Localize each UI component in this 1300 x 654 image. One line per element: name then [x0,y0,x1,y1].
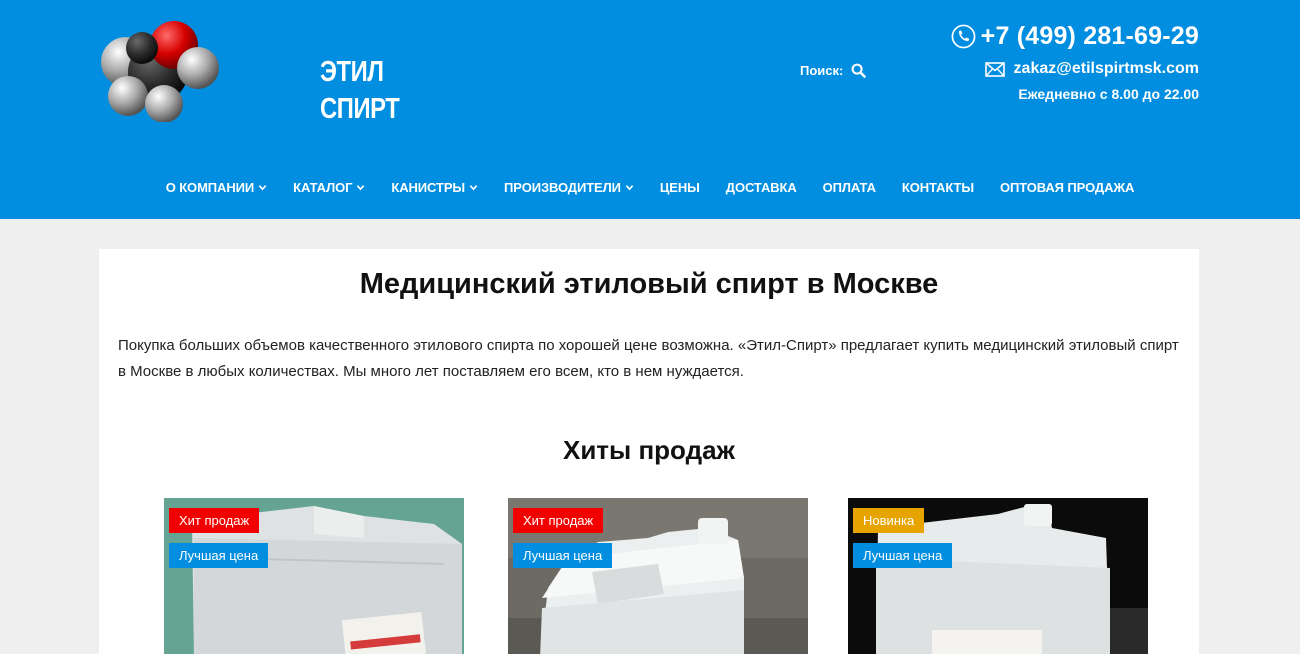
nav-item-delivery[interactable]: ДОСТАВКА [713,179,810,196]
phone-icon [951,24,976,49]
badge-best-price: Лучшая цена [853,543,953,568]
phone-link[interactable]: +7 (499) 281-69-29 [951,22,1199,51]
nav-label: ЦЕНЫ [659,180,700,195]
chevron-down-icon [625,185,634,191]
nav-label: ПРОИЗВОДИТЕЛИ [504,180,621,195]
search-icon[interactable] [851,63,867,78]
nav-item-contacts[interactable]: КОНТАКТЫ [889,179,987,196]
logo[interactable]: ЭТИЛ СПИРТ [98,20,400,125]
badge-hit: Хит продаж [169,508,260,533]
badge-best-price: Лучшая цена [513,543,613,568]
badge-hit: Хит продаж [513,508,604,533]
nav-label: ОПТОВАЯ ПРОДАЖА [999,180,1135,195]
nav-label: ДОСТАВКА [725,180,797,195]
nav-label: О КОМПАНИИ [165,180,255,195]
search-toggle[interactable]: Поиск: [800,63,867,78]
logo-line-1: ЭТИЛ [320,56,384,88]
logo-text: ЭТИЛ СПИРТ [320,54,400,128]
nav-item-catalog[interactable]: КАТАЛОГ [280,179,378,196]
logo-line-2: СПИРТ [320,93,400,125]
phone-number: +7 (499) 281-69-29 [980,22,1199,50]
nav-label: ОПЛАТА [822,180,876,195]
working-hours: Ежедневно с 8.00 до 22.00 [1018,86,1199,102]
nav-label: КОНТАКТЫ [901,180,974,195]
product-card[interactable]: Хит продаж Лучшая цена [508,498,808,654]
chevron-down-icon [469,185,478,191]
ethanol-molecule-icon [101,21,219,123]
chevron-down-icon [258,185,267,191]
page-title: Медицинский этиловый спирт в Москве [359,268,939,300]
intro-text: Покупка больших объемов качественного эт… [118,337,1179,380]
section-title: Хиты продаж [562,435,735,465]
site-header: ЭТИЛ СПИРТ Поиск: +7 (499) 281-69-29 zak… [0,0,1300,219]
main-content: Медицинский этиловый спирт в Москве Поку… [99,249,1199,654]
nav-item-about[interactable]: О КОМПАНИИ [153,179,280,196]
nav-item-payment[interactable]: ОПЛАТА [810,179,889,196]
email-address: zakaz@etilspirtmsk.com [1013,60,1199,77]
nav-item-manufacturers[interactable]: ПРОИЗВОДИТЕЛИ [491,179,647,196]
chevron-down-icon [357,185,365,191]
badge-new: Новинка [853,508,925,533]
email-link[interactable]: zakaz@etilspirtmsk.com [951,60,1199,78]
nav-item-prices[interactable]: ЦЕНЫ [647,179,713,196]
nav-item-wholesale[interactable]: ОПТОВАЯ ПРОДАЖА [987,179,1147,196]
nav-label: КАТАЛОГ [293,180,353,195]
product-card[interactable]: Новинка Лучшая цена [848,498,1148,654]
badge-best-price: Лучшая цена [169,543,269,568]
nav-item-canisters[interactable]: КАНИСТРЫ [378,179,491,196]
search-label: Поиск: [800,63,844,78]
contact-block: +7 (499) 281-69-29 zakaz@etilspirtmsk.co… [951,22,1199,102]
product-card[interactable]: Хит продаж Лучшая цена [164,498,464,654]
nav-label: КАНИСТРЫ [391,180,466,195]
main-nav: О КОМПАНИИ КАТАЛОГ КАНИСТРЫ ПРОИЗВОДИТЕЛ… [0,179,1300,196]
envelope-icon [984,61,1005,77]
